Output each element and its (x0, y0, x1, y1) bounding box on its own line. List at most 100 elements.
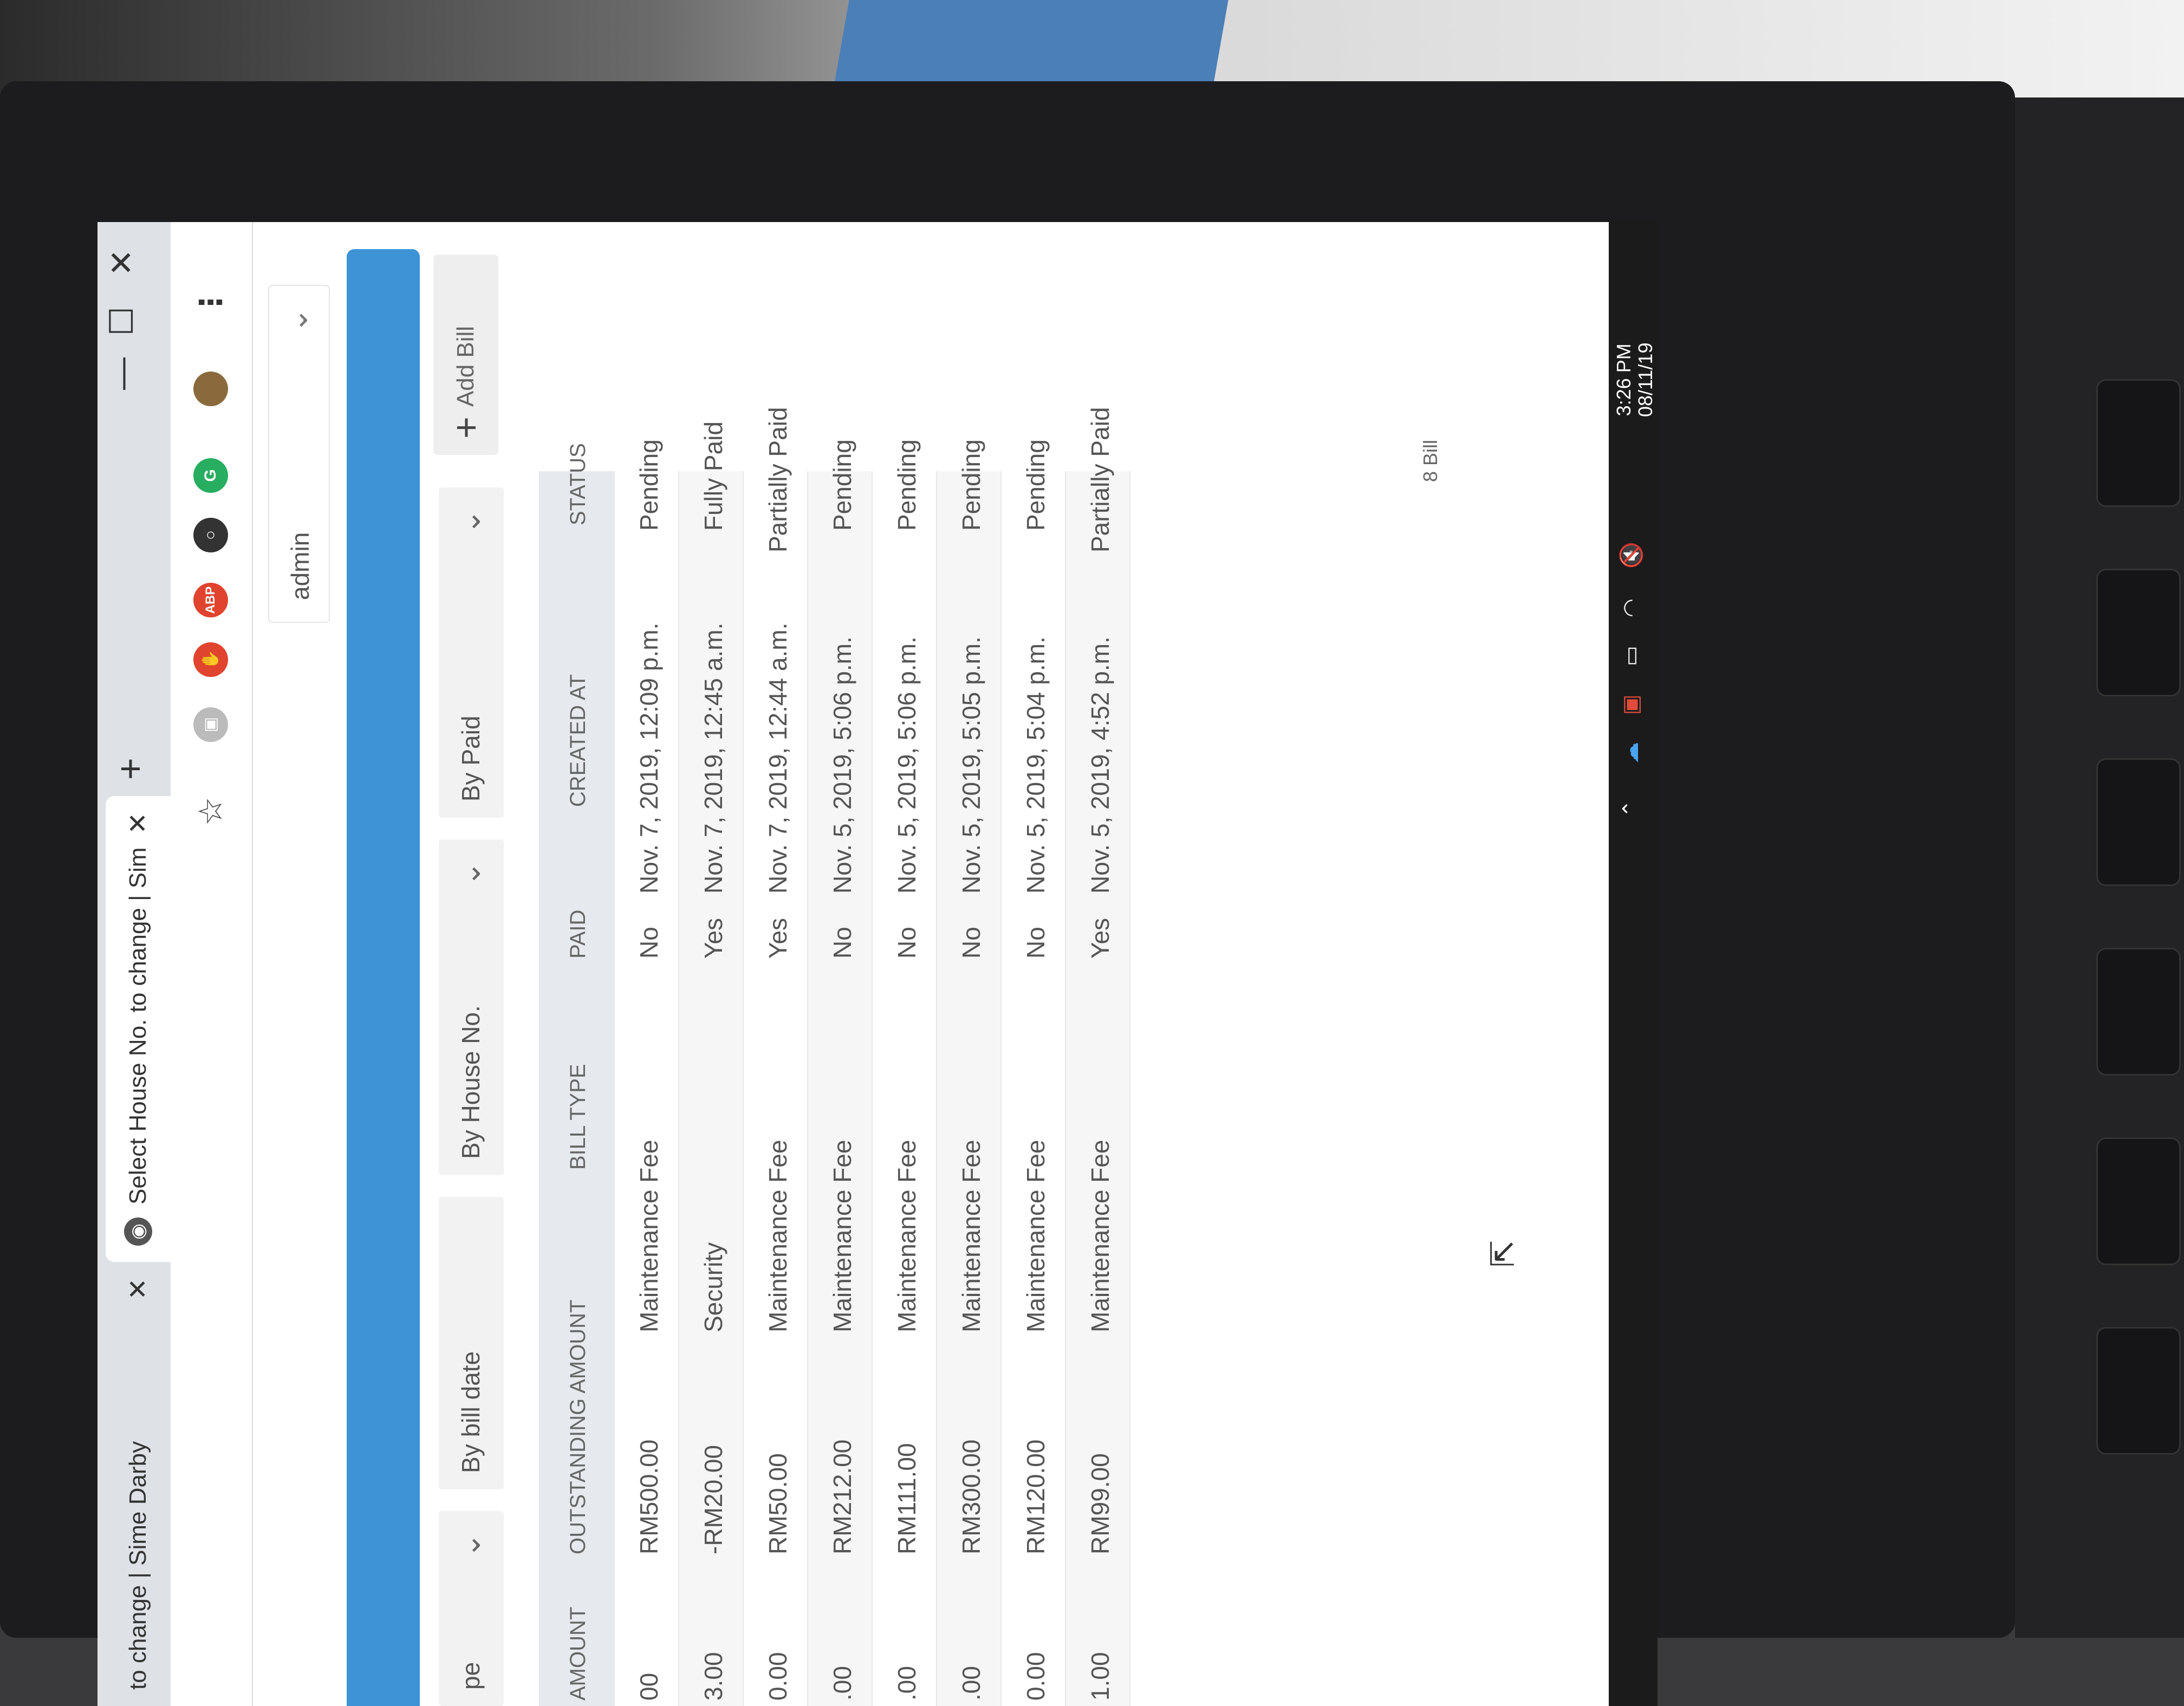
windows-taskbar: ⌃ ☁ ▣ ▭ ◠ 🔇 3:26 PM 08/11/19 (1609, 222, 1658, 1706)
cell-paid: No (957, 927, 985, 959)
clock-date: 08/11/19 (1634, 342, 1656, 417)
filter-label: By Paid (457, 715, 485, 802)
filter-type[interactable]: pe ⌄ (439, 1511, 504, 1706)
cell-created-at: Nov. 5, 2019, 5:06 p.m. (828, 636, 856, 894)
cell-paid: No (1022, 927, 1050, 959)
system-clock[interactable]: 3:26 PM 08/11/19 (1613, 343, 1656, 417)
cell-amount: 1.00 (1086, 1652, 1114, 1701)
cell-bill-type: Maintenance Fee (1022, 1139, 1050, 1332)
chevron-down-icon: ⌄ (452, 1533, 486, 1558)
cell-status: Pending (828, 439, 856, 531)
cell-bill-type: Maintenance Fee (957, 1139, 985, 1332)
star-icon[interactable]: ☆ (192, 794, 229, 829)
cell-paid: No (828, 927, 856, 959)
header-bar (347, 249, 420, 1706)
cell-bill-type: Maintenance Fee (828, 1139, 856, 1332)
battery-icon[interactable]: ▭ (1618, 646, 1643, 666)
cell-outstanding: RM500.00 (635, 1439, 663, 1554)
menu-icon[interactable]: ⋮ (193, 285, 228, 320)
table-row[interactable]: 0.00 RM120.00 Maintenance Fee No Nov. 5,… (1002, 439, 1066, 1706)
tab-close-icon[interactable]: ✕ (123, 1278, 153, 1300)
cell-bill-type: Maintenance Fee (635, 1139, 663, 1332)
cloud-icon[interactable]: ☁ (1618, 742, 1643, 764)
table-row[interactable]: 1.00 RM99.00 Maintenance Fee Yes Nov. 5,… (1066, 407, 1130, 1706)
chevron-down-icon: ⌄ (452, 509, 486, 535)
filter-bill-date[interactable]: By bill date (439, 1197, 504, 1489)
filter-house-no[interactable]: By House No. ⌄ (439, 839, 504, 1175)
cell-amount: .00 (893, 1666, 921, 1701)
app-icon[interactable]: ▣ (1618, 694, 1643, 715)
table-row[interactable]: 0.00 RM50.00 Maintenance Fee Yes Nov. 7,… (744, 407, 808, 1706)
volume-muted-icon[interactable]: 🔇 (1618, 542, 1644, 569)
column-header[interactable]: CREATED AT (566, 674, 590, 807)
cell-status: Partially Paid (1086, 407, 1114, 552)
chevron-down-icon: ⌄ (452, 861, 486, 887)
keyboard-key (2096, 379, 2181, 507)
chevron-down-icon: ⌄ (280, 308, 314, 333)
cell-created-at: Nov. 5, 2019, 5:04 p.m. (1022, 636, 1050, 894)
wifi-icon[interactable]: ◠ (1618, 598, 1643, 617)
filter-label: By bill date (457, 1351, 485, 1473)
table-row[interactable]: 3.00 -RM20.00 Security Yes Nov. 7, 2019,… (679, 421, 744, 1706)
cell-bill-type: Security (699, 1242, 727, 1332)
keyboard-key (2096, 569, 2181, 696)
table-row[interactable]: .00 RM111.00 Maintenance Fee No Nov. 5, … (873, 439, 937, 1706)
cell-created-at: Nov. 7, 2019, 12:45 a.m. (699, 622, 727, 894)
cell-amount: 0.00 (1022, 1652, 1050, 1701)
stop-icon[interactable]: ✋ (193, 642, 228, 677)
cell-paid: No (893, 927, 921, 959)
cell-outstanding: -RM20.00 (699, 1445, 727, 1554)
cell-amount: 00 (635, 1672, 663, 1701)
cell-created-at: Nov. 7, 2019, 12:44 a.m. (764, 622, 792, 894)
column-header[interactable]: STATUS (566, 443, 590, 525)
minimize-button[interactable]: — (103, 357, 140, 390)
cell-status: Pending (635, 439, 663, 531)
maximize-button[interactable]: ☐ (103, 307, 141, 336)
profile-avatar[interactable] (193, 372, 228, 406)
column-header[interactable]: PAID (566, 910, 590, 959)
cell-created-at: Nov. 7, 2019, 12:09 p.m. (635, 622, 663, 894)
close-window-button[interactable]: ✕ (103, 249, 141, 276)
cell-amount: .00 (957, 1666, 985, 1701)
cell-paid: Yes (1086, 917, 1114, 959)
browser-tab[interactable]: to change | Sime Darby ✕ (106, 1262, 171, 1706)
tab-title: Select House No. to change | Sim (125, 847, 151, 1204)
circle-icon[interactable]: ○ (193, 518, 228, 552)
column-header[interactable]: AMOUNT (566, 1607, 590, 1701)
cell-status: Pending (1022, 439, 1050, 531)
table-header: AMOUNT OUTSTANDING AMOUNT BILL TYPE PAID… (539, 443, 615, 1706)
keyboard-key (2096, 948, 2181, 1076)
cell-amount: 0.00 (764, 1652, 792, 1701)
cell-bill-type: Maintenance Fee (893, 1139, 921, 1332)
cell-outstanding: RM300.00 (957, 1439, 985, 1554)
filter-paid[interactable]: By Paid ⌄ (439, 487, 504, 818)
cell-bill-type: Maintenance Fee (1086, 1139, 1114, 1332)
clock-time: 3:26 PM (1613, 343, 1635, 416)
cell-status: Fully Paid (699, 421, 727, 531)
browser-toolbar: ☆ ▣ ✋ ABP ○ G ⋮ (171, 222, 253, 1706)
keyboard-key (2096, 758, 2181, 886)
cell-created-at: Nov. 5, 2019, 5:05 p.m. (957, 636, 985, 894)
cell-paid: No (635, 927, 663, 959)
column-header[interactable]: OUTSTANDING AMOUNT (566, 1300, 590, 1554)
grammarly-icon[interactable]: G (193, 458, 228, 493)
tab-title: to change | Sime Darby (125, 1441, 151, 1690)
bills-table: AMOUNT OUTSTANDING AMOUNT BILL TYPE PAID… (539, 407, 1130, 1706)
column-header[interactable]: BILL TYPE (566, 1064, 590, 1170)
add-bill-label: Add Bill (452, 325, 479, 407)
extension-icon[interactable]: ▣ (193, 707, 228, 742)
tab-close-icon[interactable]: ✕ (123, 812, 153, 834)
table-row[interactable]: .00 RM212.00 Maintenance Fee No Nov. 5, … (808, 439, 873, 1706)
user-menu[interactable]: admin ⌄ (268, 285, 330, 623)
cell-status: Pending (893, 439, 921, 531)
table-row[interactable]: .00 RM300.00 Maintenance Fee No Nov. 5, … (937, 439, 1002, 1706)
filter-label: By House No. (457, 1005, 485, 1159)
abp-icon[interactable]: ABP (193, 583, 228, 617)
chevron-up-icon[interactable]: ⌃ (1618, 799, 1643, 818)
cell-amount: 3.00 (699, 1652, 727, 1701)
add-bill-button[interactable]: + Add Bill (433, 255, 498, 455)
new-tab-button[interactable]: + (108, 758, 152, 780)
browser-tab-active[interactable]: ◉ Select House No. to change | Sim ✕ (106, 796, 171, 1262)
table-row[interactable]: 00 RM500.00 Maintenance Fee No Nov. 7, 2… (615, 439, 679, 1706)
plus-icon: + (445, 416, 487, 439)
